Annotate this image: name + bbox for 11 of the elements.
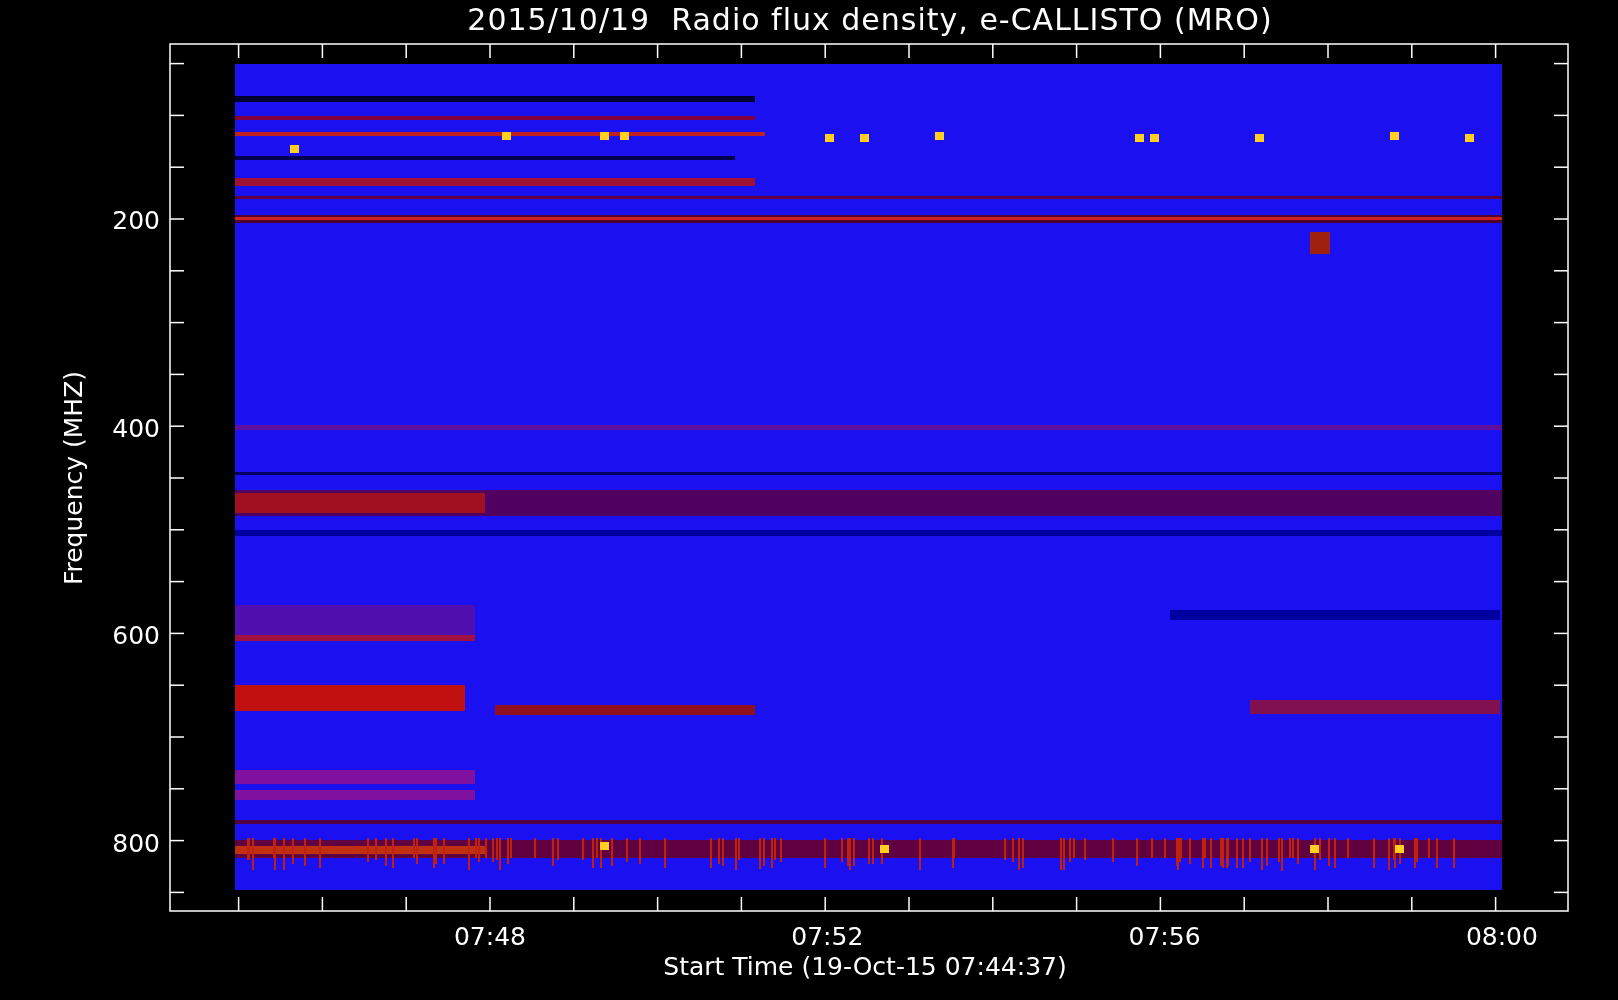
- y-tick-label: 600: [112, 621, 160, 650]
- x-tick-label: 07:48: [454, 922, 526, 951]
- y-axis-label: Frequency (MHZ): [59, 370, 88, 586]
- y-tick-label: 800: [112, 828, 160, 858]
- x-tick-label: 07:56: [1128, 922, 1201, 951]
- x-axis-label: Start Time (19-Oct-15 07:44:37): [663, 952, 1067, 981]
- x-tick-label: 08:00: [1465, 922, 1538, 951]
- y-tick-label: 200: [112, 206, 160, 235]
- x-tick-label: 07:52: [791, 922, 864, 951]
- plot-title: 2015/10/19 Radio flux density, e-CALLISTO (MRO): [467, 2, 1273, 37]
- y-tick-label: 400: [112, 413, 160, 443]
